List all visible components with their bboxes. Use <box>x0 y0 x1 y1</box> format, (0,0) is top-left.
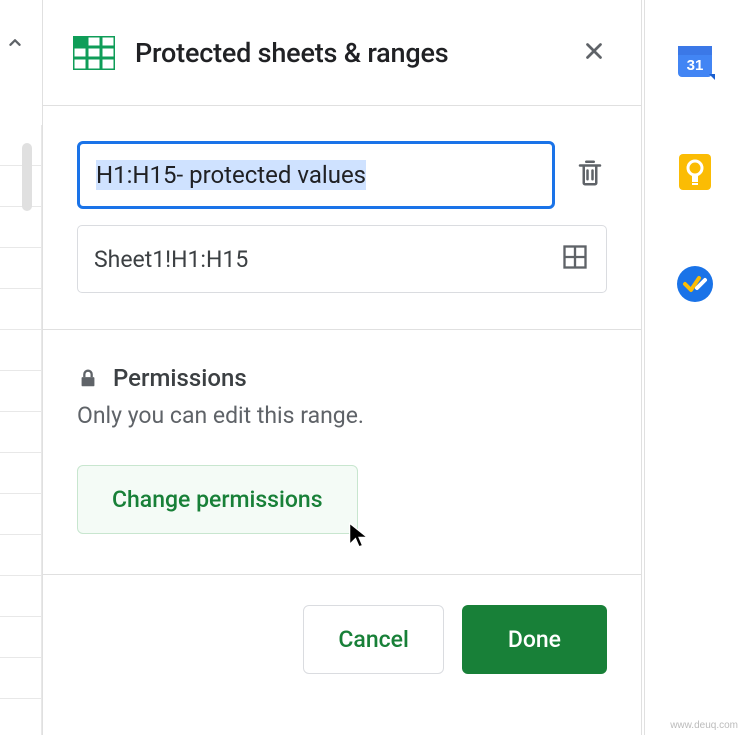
spreadsheet-edge <box>0 125 42 735</box>
range-input[interactable] <box>77 225 607 293</box>
permissions-section: Permissions Only you can edit this range… <box>43 330 641 575</box>
panel-title: Protected sheets & ranges <box>135 37 577 69</box>
range-row <box>77 225 607 293</box>
watermark: www.deuq.com <box>670 720 738 731</box>
select-range-button[interactable] <box>561 243 589 275</box>
description-row: H1:H15- protected values <box>77 141 607 209</box>
calendar-icon: 31 <box>675 40 715 80</box>
panel-footer: Cancel Done <box>43 575 641 704</box>
delete-button[interactable] <box>573 154 607 196</box>
close-icon <box>581 38 607 64</box>
permissions-title: Permissions <box>113 364 247 392</box>
change-permissions-label: Change permissions <box>112 486 323 513</box>
panel-header: Protected sheets & ranges <box>43 0 641 106</box>
tasks-icon <box>675 264 715 304</box>
cursor-icon <box>347 521 371 549</box>
description-input[interactable]: H1:H15- protected values <box>77 141 555 209</box>
protected-ranges-panel: Protected sheets & ranges H1:H15- protec… <box>42 0 642 735</box>
change-permissions-button[interactable]: Change permissions <box>77 465 358 534</box>
trash-icon <box>575 156 605 190</box>
close-button[interactable] <box>577 34 611 72</box>
lock-icon <box>77 365 99 391</box>
tasks-app-button[interactable] <box>675 264 715 308</box>
keep-icon <box>675 152 715 192</box>
svg-text:31: 31 <box>686 57 703 74</box>
panel-body: H1:H15- protected values <box>43 106 641 330</box>
collapse-chevron-icon[interactable] <box>0 32 28 58</box>
permissions-header: Permissions <box>77 364 607 392</box>
calendar-app-button[interactable]: 31 <box>675 40 715 84</box>
side-rail: 31 <box>644 0 744 735</box>
description-text: H1:H15- protected values <box>96 160 366 190</box>
cancel-button[interactable]: Cancel <box>303 605 443 674</box>
permissions-description: Only you can edit this range. <box>77 402 607 429</box>
grid-icon <box>561 243 589 271</box>
sheets-icon <box>73 36 115 70</box>
keep-app-button[interactable] <box>675 152 715 196</box>
done-button[interactable]: Done <box>462 605 607 674</box>
